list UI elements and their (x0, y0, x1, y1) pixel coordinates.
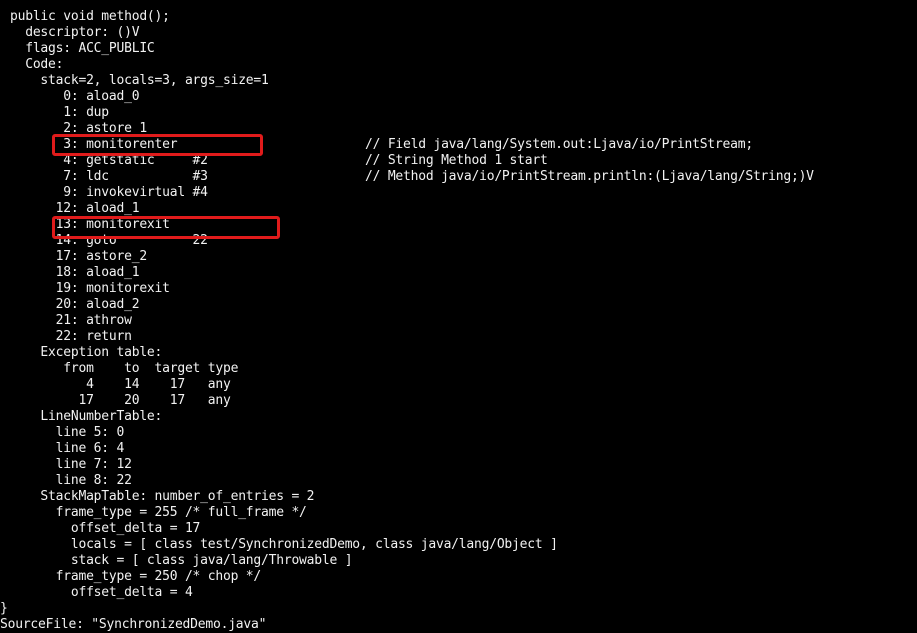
disassembly-output: public void method(); descriptor: ()V fl… (0, 0, 917, 633)
constant-pool-comments: // Field java/lang/System.out:Ljava/io/P… (365, 137, 814, 184)
source-file-line: SourceFile: "SynchronizedDemo.java" (0, 617, 267, 632)
terminal-window: public void method(); descriptor: ()V fl… (0, 0, 917, 633)
bytecode-listing: public void method(); descriptor: ()V fl… (10, 9, 558, 600)
class-closing-brace: } (0, 601, 8, 616)
